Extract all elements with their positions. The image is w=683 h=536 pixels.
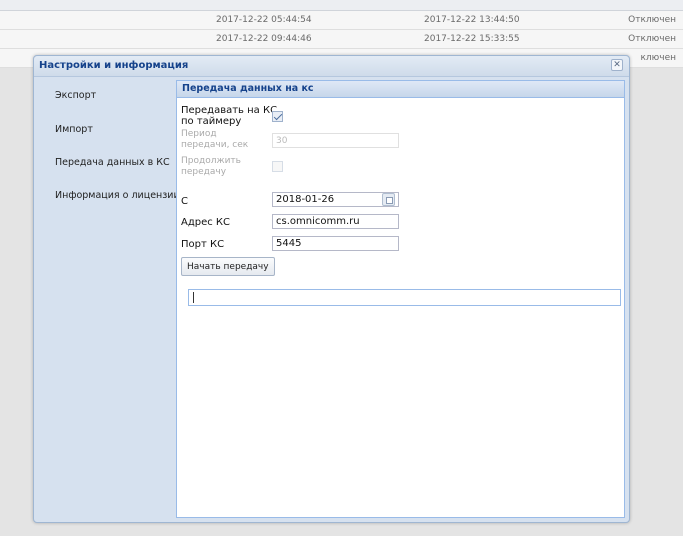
panel-title: Передача данных на кс bbox=[182, 83, 314, 94]
from-date-field[interactable] bbox=[272, 192, 399, 207]
status-cell: ключен bbox=[640, 53, 676, 63]
status-cell: Отключен bbox=[628, 15, 676, 25]
calendar-icon[interactable] bbox=[382, 193, 395, 206]
table-row[interactable]: 2017-12-22 05:44:54 2017-12-22 13:44:50 … bbox=[0, 11, 683, 30]
timer-label: Передавать на КС по таймеру bbox=[181, 105, 277, 127]
from-label: С bbox=[181, 196, 188, 207]
start-transfer-button[interactable]: Начать передачу bbox=[181, 257, 275, 276]
window-header[interactable]: Настройки и информация ✕ bbox=[34, 56, 629, 77]
nav-item-data-transfer[interactable]: Передача данных в КС bbox=[55, 157, 170, 168]
period-label-line2: передачи, сек bbox=[181, 140, 249, 150]
settings-window: Настройки и информация ✕ Экспорт Импорт … bbox=[33, 55, 630, 523]
address-label: Адрес КС bbox=[181, 217, 231, 228]
period-input[interactable] bbox=[272, 133, 399, 148]
transfer-panel: Передача данных на кс Передавать на КС п… bbox=[176, 80, 625, 518]
start-cell: 2017-12-22 09:44:46 bbox=[216, 34, 312, 44]
nav-item-license-info[interactable]: Информация о лицензии bbox=[55, 190, 180, 201]
port-field[interactable] bbox=[272, 236, 399, 251]
table-header bbox=[0, 0, 683, 11]
continue-label-line2: передачу bbox=[181, 167, 227, 177]
continue-label: Продолжить передачу bbox=[181, 156, 241, 178]
transfer-log-field[interactable] bbox=[188, 289, 621, 306]
start-cell: 2017-12-22 05:44:54 bbox=[216, 15, 312, 25]
period-label-line1: Период bbox=[181, 129, 217, 139]
nav-item-import[interactable]: Импорт bbox=[55, 124, 93, 135]
window-title: Настройки и информация bbox=[39, 60, 189, 71]
status-cell: Отключен bbox=[628, 34, 676, 44]
address-field[interactable] bbox=[272, 214, 399, 229]
window-body: Экспорт Импорт Передача данных в КС Инфо… bbox=[38, 80, 625, 518]
continue-checkbox[interactable] bbox=[272, 161, 283, 172]
port-label: Порт КС bbox=[181, 239, 225, 250]
close-icon[interactable]: ✕ bbox=[611, 59, 623, 71]
timer-label-line2: по таймеру bbox=[181, 116, 242, 127]
end-cell: 2017-12-22 15:33:55 bbox=[424, 34, 520, 44]
settings-nav: Экспорт Импорт Передача данных в КС Инфо… bbox=[38, 80, 180, 518]
nav-item-export[interactable]: Экспорт bbox=[55, 90, 96, 101]
end-cell: 2017-12-22 13:44:50 bbox=[424, 15, 520, 25]
timer-checkbox[interactable] bbox=[272, 111, 283, 122]
panel-header: Передача данных на кс bbox=[177, 81, 624, 98]
continue-label-line1: Продолжить bbox=[181, 156, 241, 166]
table-row[interactable]: 2017-12-22 09:44:46 2017-12-22 15:33:55 … bbox=[0, 30, 683, 49]
timer-label-line1: Передавать на КС bbox=[181, 105, 278, 116]
period-label: Период передачи, сек bbox=[181, 129, 248, 151]
